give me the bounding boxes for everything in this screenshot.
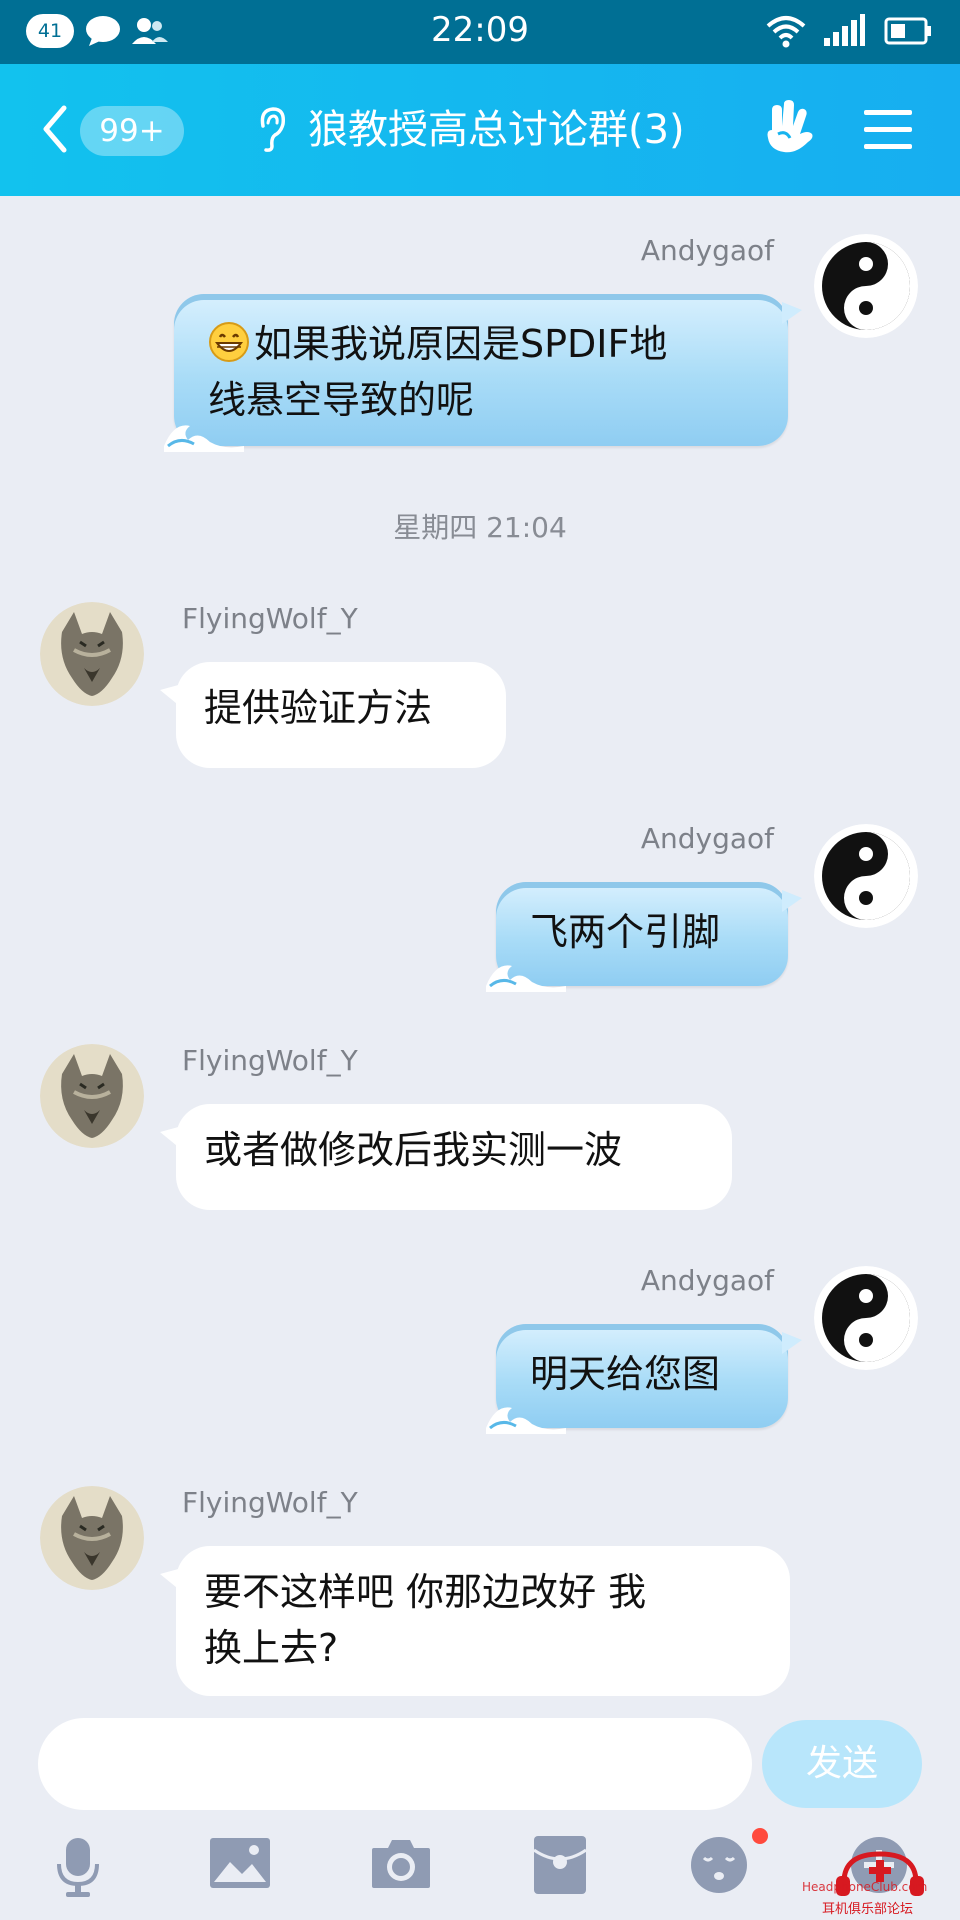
new-emoji-indicator bbox=[752, 1828, 768, 1844]
emoji-icon[interactable] bbox=[690, 1836, 748, 1894]
message-input[interactable] bbox=[38, 1718, 752, 1810]
image-icon[interactable] bbox=[210, 1836, 270, 1890]
avatar-flyingwolf[interactable] bbox=[40, 602, 144, 706]
unread-count-badge[interactable]: 99+ bbox=[80, 106, 184, 156]
avatar-andygaof[interactable] bbox=[814, 1266, 918, 1370]
message-text: 或者做修改后我实测一波 bbox=[204, 1128, 623, 1172]
status-bar: 41 22:09 bbox=[0, 0, 960, 64]
message-bubble-outgoing[interactable]: 如果我说原因是SPDIF地 线悬空导致的呢 bbox=[164, 294, 802, 452]
message-text-line: 如果我说原因是SPDIF地 bbox=[254, 322, 668, 366]
yin-yang-icon bbox=[814, 234, 918, 338]
menu-icon[interactable] bbox=[864, 108, 912, 152]
back-arrow-icon[interactable] bbox=[40, 104, 70, 154]
camera-icon[interactable] bbox=[370, 1836, 432, 1890]
signal-strength-icon bbox=[824, 14, 865, 46]
status-time: 22:09 bbox=[431, 10, 529, 50]
message-bubble-outgoing[interactable]: 明天给您图 bbox=[486, 1324, 802, 1434]
message-text-line: 换上去? bbox=[204, 1626, 339, 1670]
chat-timestamp: 星期四 21:04 bbox=[393, 511, 567, 544]
message-text-line: 要不这样吧 你那边改好 我 bbox=[204, 1570, 647, 1614]
red-packet-icon[interactable] bbox=[534, 1836, 586, 1894]
message-bubble-incoming[interactable]: 或者做修改后我实测一波 bbox=[160, 1104, 732, 1210]
avatar-flyingwolf[interactable] bbox=[40, 1486, 144, 1590]
sender-name: Andygaof bbox=[640, 822, 774, 855]
avatar-andygaof[interactable] bbox=[814, 824, 918, 928]
wifi-icon bbox=[766, 16, 806, 48]
send-button[interactable]: 发送 bbox=[762, 1720, 922, 1808]
grinning-face-emoji-icon bbox=[209, 322, 249, 362]
message-text-line: 线悬空导致的呢 bbox=[208, 378, 475, 422]
group-call-hand-icon[interactable] bbox=[760, 100, 818, 156]
group-chat-title[interactable]: 狼教授高总讨论群(3) bbox=[308, 102, 685, 158]
watermark-text: 耳机俱乐部论坛 bbox=[822, 1902, 914, 1917]
sender-name: FlyingWolf_Y bbox=[182, 1044, 358, 1077]
watermark-url: HeadphoneClub.com bbox=[802, 1880, 928, 1894]
microphone-icon[interactable] bbox=[56, 1836, 100, 1898]
wave-decoration-icon bbox=[486, 965, 566, 992]
sender-name: Andygaof bbox=[640, 1264, 774, 1297]
sender-name: FlyingWolf_Y bbox=[182, 1486, 358, 1519]
avatar-andygaof[interactable] bbox=[814, 234, 918, 338]
chat-header: 99+ 狼教授高总讨论群(3) bbox=[0, 64, 960, 196]
message-text: 提供验证方法 bbox=[204, 686, 433, 730]
sender-name: FlyingWolf_Y bbox=[182, 602, 358, 635]
yin-yang-icon bbox=[814, 1266, 918, 1370]
yin-yang-icon bbox=[814, 824, 918, 928]
wolf-avatar-icon bbox=[40, 1044, 144, 1148]
message-bubble-incoming[interactable]: 要不这样吧 你那边改好 我 换上去? bbox=[160, 1546, 790, 1696]
wave-decoration-icon bbox=[486, 1407, 566, 1434]
avatar-flyingwolf[interactable] bbox=[40, 1044, 144, 1148]
message-bubble-outgoing[interactable]: 飞两个引脚 bbox=[486, 882, 802, 992]
wave-decoration-icon bbox=[164, 425, 244, 452]
wolf-avatar-icon bbox=[40, 1486, 144, 1590]
battery-icon bbox=[884, 17, 931, 45]
earpiece-mode-icon[interactable] bbox=[254, 104, 288, 154]
wolf-avatar-icon bbox=[40, 602, 144, 706]
sender-name: Andygaof bbox=[640, 234, 774, 267]
message-bubble-incoming[interactable]: 提供验证方法 bbox=[160, 662, 506, 768]
